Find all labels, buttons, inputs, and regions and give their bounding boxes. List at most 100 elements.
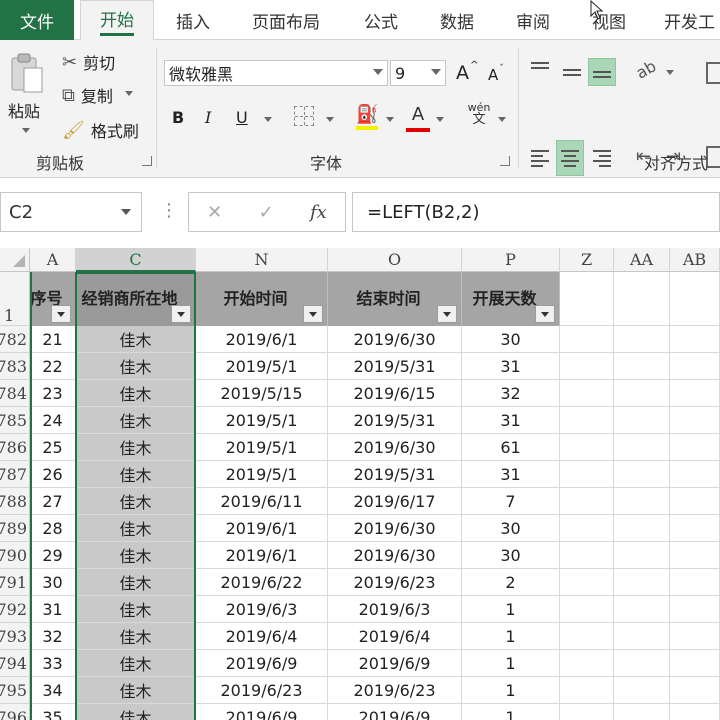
row-header[interactable]: 787 [0, 461, 30, 488]
font-launcher-icon[interactable] [500, 156, 510, 166]
grid-cell[interactable] [560, 434, 614, 461]
table-cell[interactable]: 1 [462, 650, 560, 677]
grid-cell[interactable] [560, 704, 614, 720]
table-cell[interactable]: 2019/6/4 [196, 623, 328, 650]
row-header[interactable]: 788 [0, 488, 30, 515]
grid-cell[interactable] [560, 650, 614, 677]
grid-cell[interactable] [670, 515, 720, 542]
row-header[interactable]: 790 [0, 542, 30, 569]
table-cell[interactable]: 23 [30, 380, 76, 407]
row-header[interactable]: 789 [0, 515, 30, 542]
grid-cell[interactable] [670, 488, 720, 515]
table-cell[interactable]: 2019/6/11 [196, 488, 328, 515]
table-cell[interactable]: 佳木 [76, 596, 196, 623]
grid-cell[interactable] [614, 461, 670, 488]
grid-cell[interactable] [560, 515, 614, 542]
grid-cell[interactable] [614, 434, 670, 461]
grid-cell[interactable] [560, 569, 614, 596]
grid-cell[interactable] [670, 650, 720, 677]
tab-developer[interactable]: 开发工 [650, 0, 720, 40]
table-cell[interactable]: 2019/6/23 [328, 569, 462, 596]
table-cell[interactable]: 2019/6/17 [328, 488, 462, 515]
grid-cell[interactable] [614, 515, 670, 542]
row-header[interactable]: 792 [0, 596, 30, 623]
table-cell[interactable]: 佳木 [76, 461, 196, 488]
align-left-icon[interactable] [526, 144, 554, 172]
table-cell[interactable]: 31 [462, 353, 560, 380]
formula-input[interactable]: =LEFT(B2,2) [352, 192, 720, 232]
table-cell[interactable]: 2019/6/3 [328, 596, 462, 623]
grid-cell[interactable] [670, 677, 720, 704]
grid-cell[interactable] [614, 326, 670, 353]
table-cell[interactable]: 佳木 [76, 677, 196, 704]
paste-button[interactable] [6, 52, 46, 104]
table-cell[interactable]: 7 [462, 488, 560, 515]
row-header[interactable]: 791 [0, 569, 30, 596]
orientation-dropdown-arrow[interactable] [666, 70, 674, 75]
grid-cell[interactable] [670, 596, 720, 623]
tab-data[interactable]: 数据 [424, 0, 490, 40]
table-cell[interactable]: 佳木 [76, 434, 196, 461]
align-top-icon[interactable] [526, 54, 554, 82]
table-cell[interactable]: 2019/6/9 [328, 650, 462, 677]
shrink-font-button[interactable]: Aˇ [488, 64, 509, 84]
grid-cell[interactable] [560, 272, 614, 326]
file-tab[interactable]: 文件 [0, 0, 74, 40]
tab-review[interactable]: 审阅 [500, 0, 566, 40]
table-cell[interactable]: 1 [462, 677, 560, 704]
grid-cell[interactable] [614, 704, 670, 720]
row-header[interactable]: 794 [0, 650, 30, 677]
table-cell[interactable]: 2 [462, 569, 560, 596]
align-middle-icon[interactable] [558, 58, 586, 86]
table-cell[interactable]: 30 [462, 515, 560, 542]
table-cell[interactable]: 佳木 [76, 488, 196, 515]
table-cell[interactable]: 31 [30, 596, 76, 623]
table-cell[interactable]: 2019/6/15 [328, 380, 462, 407]
table-cell[interactable]: 31 [462, 461, 560, 488]
grid-cell[interactable] [560, 623, 614, 650]
table-cell[interactable]: 2019/6/30 [328, 542, 462, 569]
grid-cell[interactable] [670, 353, 720, 380]
underline-dropdown-arrow[interactable] [264, 117, 272, 122]
table-cell[interactable]: 2019/6/1 [196, 542, 328, 569]
grid-cell[interactable] [670, 380, 720, 407]
grid-cell[interactable] [670, 623, 720, 650]
table-cell[interactable]: 2019/6/9 [328, 704, 462, 720]
grid-cell[interactable] [560, 461, 614, 488]
table-cell[interactable]: 2019/5/31 [328, 461, 462, 488]
tab-insert[interactable]: 插入 [160, 0, 226, 40]
tab-page-layout[interactable]: 页面布局 [236, 0, 336, 40]
grid-cell[interactable] [670, 407, 720, 434]
row-header[interactable]: 782 [0, 326, 30, 353]
filter-dropdown-icon[interactable] [51, 305, 71, 323]
orientation-icon[interactable]: ab [633, 56, 660, 82]
table-cell[interactable]: 佳木 [76, 407, 196, 434]
filter-dropdown-icon[interactable] [535, 305, 555, 323]
table-cell[interactable]: 2019/6/3 [196, 596, 328, 623]
enter-icon[interactable]: ✓ [259, 202, 274, 223]
column-header-a[interactable]: A [30, 248, 76, 272]
align-center-icon[interactable] [556, 140, 584, 176]
table-cell[interactable]: 31 [462, 407, 560, 434]
table-cell[interactable]: 佳木 [76, 353, 196, 380]
grid-cell[interactable] [560, 596, 614, 623]
tab-home[interactable]: 开始 [80, 0, 154, 41]
wrap-text-icon[interactable] [706, 62, 720, 84]
copy-dropdown-arrow[interactable] [124, 90, 133, 96]
insert-function-icon[interactable]: fx [310, 202, 327, 223]
table-cell[interactable]: 24 [30, 407, 76, 434]
table-cell[interactable]: 2019/5/15 [196, 380, 328, 407]
table-cell[interactable]: 1 [462, 704, 560, 720]
table-cell[interactable]: 佳木 [76, 542, 196, 569]
grid-cell[interactable] [670, 542, 720, 569]
table-cell[interactable]: 佳木 [76, 704, 196, 720]
grid-cell[interactable] [614, 650, 670, 677]
table-cell[interactable]: 1 [462, 596, 560, 623]
table-cell[interactable]: 25 [30, 434, 76, 461]
grid-cell[interactable] [560, 380, 614, 407]
fill-color-button[interactable]: ⛽ [356, 104, 380, 130]
name-box[interactable]: C2 [0, 192, 142, 232]
table-cell[interactable]: 28 [30, 515, 76, 542]
table-cell[interactable]: 30 [462, 326, 560, 353]
table-cell[interactable]: 2019/6/23 [196, 677, 328, 704]
